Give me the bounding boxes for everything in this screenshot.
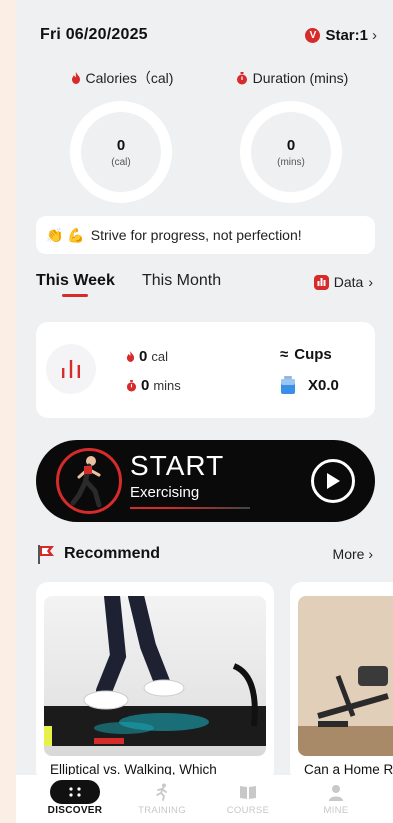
bottom-nav: DISCOVER TRAINING COURSE MINE	[16, 775, 393, 823]
nav-mine[interactable]: MINE	[294, 779, 378, 816]
summary-calories: 0 cal	[126, 348, 168, 365]
summary-cal-value: 0	[139, 348, 148, 365]
calories-label: Calories（cal)	[85, 70, 174, 86]
data-chart-icon	[313, 274, 329, 290]
data-label: Data	[333, 274, 364, 290]
clap-muscle-icon: 👏 💪	[46, 226, 85, 243]
app-screen: Fri 06/20/2025 V Star:1 › Calories（cal) …	[16, 0, 393, 823]
summary-duration: 0 mins	[126, 377, 181, 394]
nav-label: COURSE	[226, 805, 270, 816]
water-bottle-icon	[281, 376, 295, 394]
period-tabs: This Week This Month Data ›	[36, 272, 377, 302]
treadmill-image	[44, 596, 266, 756]
more-button[interactable]: More ›	[333, 546, 373, 562]
tab-this-month[interactable]: This Month	[142, 272, 221, 290]
star-badge-icon: V	[305, 27, 321, 43]
nav-training[interactable]: TRAINING	[120, 779, 204, 816]
data-button[interactable]: Data ›	[313, 274, 373, 290]
calories-stat[interactable]: Calories（cal) 0 (cal)	[42, 68, 202, 203]
chevron-right-icon: ›	[372, 26, 377, 44]
approx-symbol: ≈	[280, 346, 289, 363]
recommend-card[interactable]: Elliptical vs. Walking, Which	[36, 582, 274, 782]
recommend-title: Recommend	[64, 545, 161, 562]
runner-figure-icon	[56, 448, 122, 514]
grid-dots-icon	[50, 780, 100, 804]
star-button[interactable]: V Star:1 ›	[305, 27, 377, 44]
calories-ring: 0 (cal)	[70, 101, 172, 203]
header: Fri 06/20/2025 V Star:1 ›	[40, 24, 377, 46]
more-label: More	[332, 546, 365, 562]
book-icon	[240, 785, 256, 799]
recommend-card[interactable]: Can a Home R	[290, 582, 393, 782]
duration-label: Duration (mins)	[252, 70, 349, 86]
duration-ring: 0 (mins)	[240, 101, 342, 203]
nav-discover[interactable]: DISCOVER	[33, 779, 117, 816]
flag-icon	[38, 545, 54, 564]
flame-icon	[126, 351, 135, 362]
quote-text: Strive for progress, not perfection!	[90, 227, 302, 243]
tab-active-indicator	[62, 294, 88, 297]
nav-label: TRAINING	[138, 805, 186, 816]
cups-label: Cups	[294, 346, 332, 363]
calories-value: 0	[116, 136, 126, 154]
flame-icon	[71, 72, 80, 84]
nav-course[interactable]: COURSE	[206, 779, 290, 816]
duration-stat[interactable]: Duration (mins) 0 (mins)	[212, 68, 372, 203]
start-subtitle: Exercising	[130, 484, 200, 501]
nav-label: MINE	[323, 805, 349, 816]
motivation-quote: 👏 💪 Strive for progress, not perfection!	[36, 216, 375, 254]
summary-mins-unit: mins	[153, 378, 181, 393]
summary-mins-value: 0	[141, 377, 150, 394]
rowing-machine-image	[298, 596, 393, 756]
summary-cal-unit: cal	[151, 349, 168, 364]
weekly-summary-card[interactable]: 0 cal 0 mins ≈ Cups X0.0	[36, 322, 375, 418]
duration-value: 0	[286, 136, 296, 154]
duration-unit: (mins)	[277, 156, 305, 168]
stopwatch-icon	[126, 379, 137, 391]
tab-this-week[interactable]: This Week	[36, 272, 115, 290]
play-icon[interactable]	[311, 459, 355, 503]
date-label: Fri 06/20/2025	[40, 26, 148, 43]
chevron-right-icon: ›	[368, 274, 373, 290]
stopwatch-icon	[236, 71, 247, 84]
person-icon	[329, 784, 343, 801]
cups-value: X0.0	[308, 376, 339, 394]
nav-label: DISCOVER	[47, 805, 103, 816]
runner-icon	[156, 783, 167, 801]
star-label: Star:1	[325, 26, 368, 44]
start-title: START	[130, 450, 225, 481]
summary-cups-value: X0.0	[280, 376, 339, 394]
start-divider	[130, 507, 250, 509]
summary-cups: ≈ Cups	[280, 346, 332, 363]
start-exercising-button[interactable]: START Exercising	[36, 440, 375, 522]
recommend-header: Recommend More ›	[36, 542, 373, 566]
bar-chart-icon	[46, 344, 96, 394]
chevron-right-icon: ›	[368, 546, 373, 562]
calories-unit: (cal)	[111, 156, 131, 168]
